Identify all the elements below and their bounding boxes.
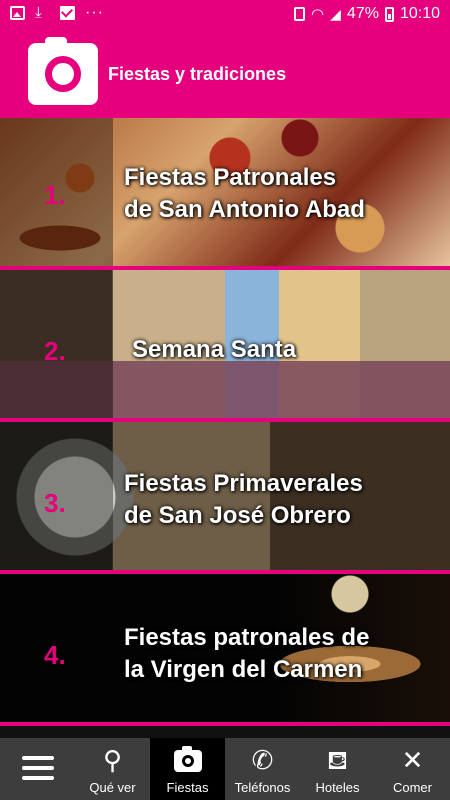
list-item[interactable]: 1. Fiestas Patronales de San Antonio Aba… — [0, 118, 450, 270]
menu-icon — [21, 756, 54, 782]
nav-label: Teléfonos — [234, 780, 291, 795]
wifi-icon: ◠ — [311, 6, 325, 23]
cutlery-icon: ✕ — [401, 745, 424, 775]
bottom-nav: ⚲ Qué ver Fiestas ✆ Teléfonos ⛾ Hoteles … — [0, 738, 450, 800]
more-notifications-icon: ··· — [85, 4, 104, 21]
clock: 10:10 — [399, 5, 440, 22]
bed-icon: ⛾ — [326, 745, 349, 775]
nav-label: Fiestas — [166, 780, 209, 795]
nav-que-ver[interactable]: ⚲ Qué ver — [75, 738, 150, 800]
download-notification-icon: ⤓ — [35, 4, 42, 21]
image-notification-icon — [10, 6, 25, 20]
nav-label: Comer — [392, 780, 432, 795]
status-bar: ⤓ ··· ◠ ◢ 47% 10:10 — [0, 0, 450, 30]
mail-notification-icon — [60, 6, 75, 20]
list-item[interactable]: 2. Semana Santa — [0, 270, 450, 422]
nav-label: Qué ver — [89, 780, 136, 795]
item-name: Fiestas patronales de la Virgen del Carm… — [124, 624, 370, 683]
item-number: 2. — [44, 336, 66, 366]
nav-hoteles[interactable]: ⛾ Hoteles — [300, 738, 375, 800]
camera-icon — [173, 746, 202, 772]
list-item[interactable]: 4. Fiestas patronales de la Virgen del C… — [0, 574, 450, 726]
nav-fiestas[interactable]: Fiestas — [150, 738, 225, 800]
divider — [0, 722, 450, 726]
nav-menu-button[interactable] — [0, 738, 75, 800]
item-number: 4. — [44, 640, 66, 670]
signal-icon: ◢ — [330, 5, 341, 22]
battery-percent: 47% — [346, 5, 379, 22]
binoculars-icon: ⚲ — [102, 745, 123, 775]
item-number: 1. — [44, 180, 66, 210]
item-name: Fiestas Patronales de San Antonio Abad — [124, 164, 365, 223]
nav-comer[interactable]: ✕ Comer — [375, 738, 450, 800]
app-header: Fiestas y tradiciones — [0, 30, 450, 118]
nav-label: Hoteles — [315, 780, 360, 795]
camera-icon — [28, 37, 98, 105]
list-item[interactable]: 3. Fiestas Primaverales de San José Obre… — [0, 422, 450, 574]
nav-telefonos[interactable]: ✆ Teléfonos — [225, 738, 300, 800]
fiestas-list: 1. Fiestas Patronales de San Antonio Aba… — [0, 118, 450, 738]
item-name: Semana Santa — [132, 336, 297, 363]
item-number: 3. — [44, 488, 66, 518]
phone-icon: ✆ — [251, 745, 274, 775]
battery-icon — [384, 6, 394, 22]
page-title: Fiestas y tradiciones — [108, 64, 287, 84]
item-name: Fiestas Primaverales de San José Obrero — [124, 470, 363, 529]
battery-saver-icon — [294, 7, 306, 21]
